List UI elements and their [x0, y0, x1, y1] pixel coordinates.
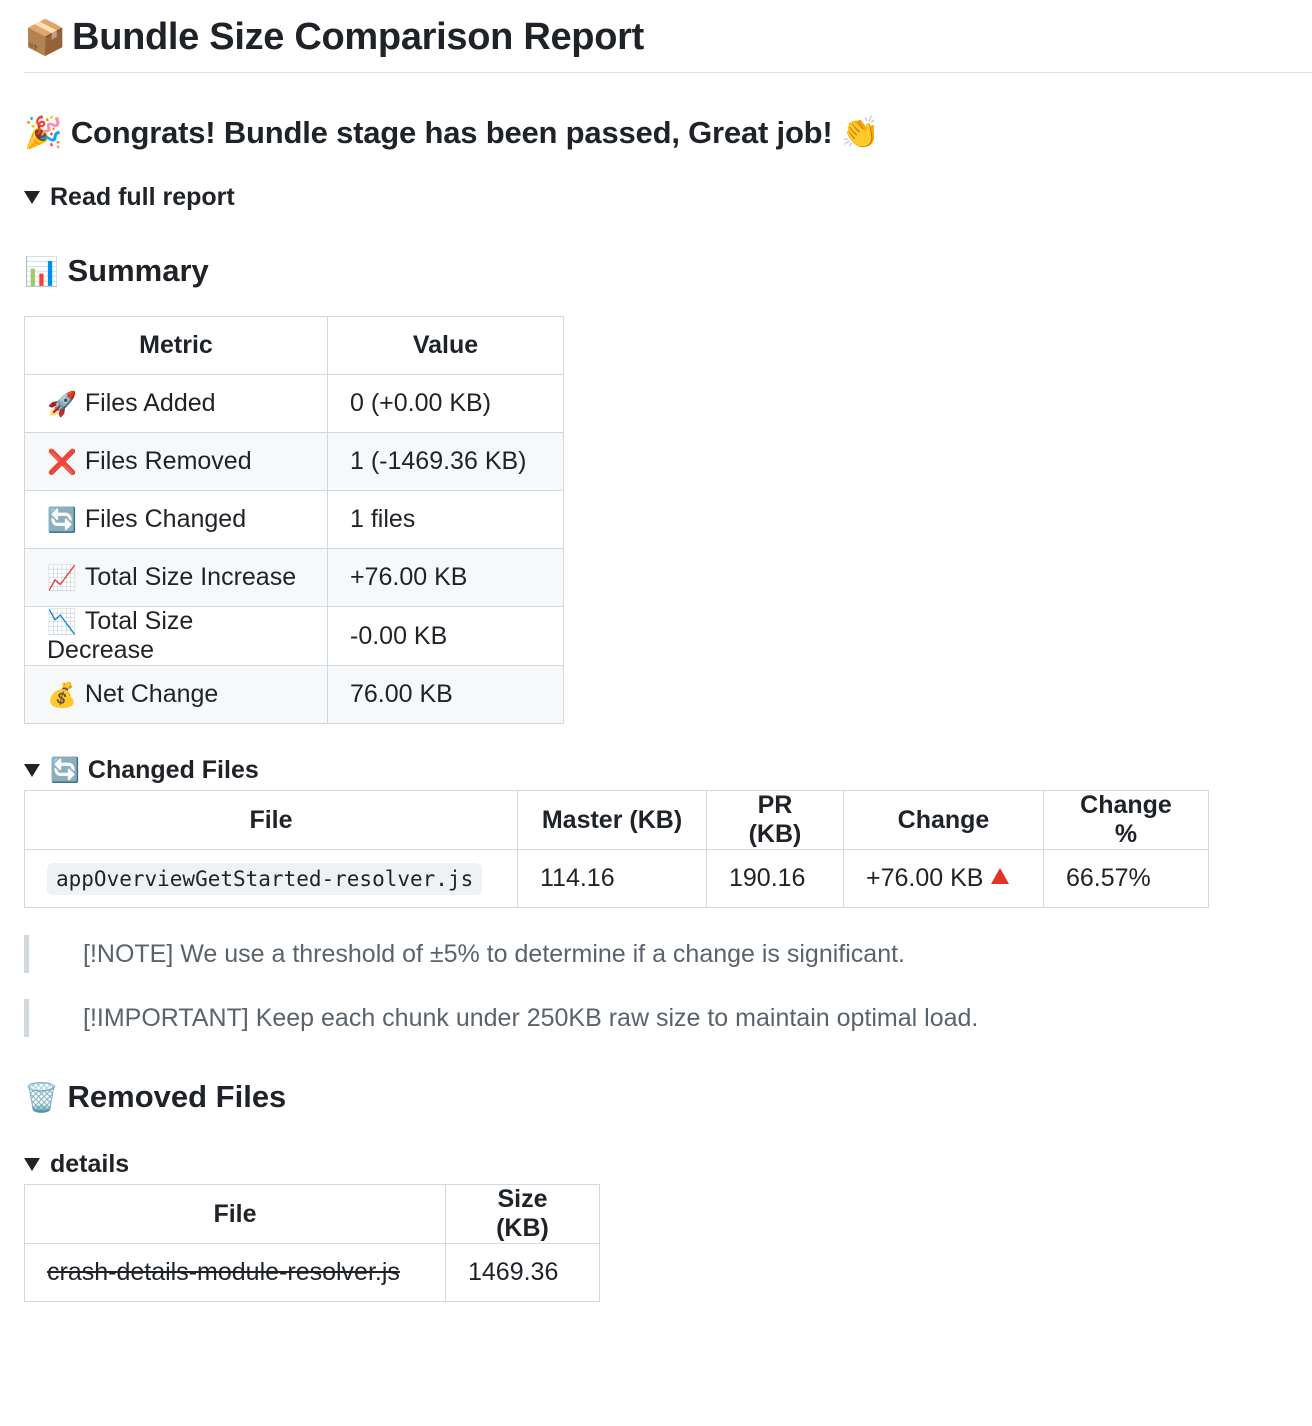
summary-table: Metric Value 🚀 Files Added 0 (+0.00 KB) ❌… [24, 316, 564, 724]
table-row: 💰 Net Change 76.00 KB [24, 665, 564, 724]
column-header-pr: PR (KB) [706, 790, 844, 850]
column-header-value: Value [327, 316, 564, 375]
value-cell: 76.00 KB [327, 665, 564, 724]
page-title-text: Bundle Size Comparison Report [72, 16, 644, 58]
disclosure-triangle-icon [24, 190, 40, 204]
summary-header-row: Metric Value [24, 316, 564, 375]
important-text: [!IMPORTANT] Keep each chunk under 250KB… [83, 1004, 979, 1032]
party-popper-icon: 🎉 [24, 115, 63, 151]
bar-chart-icon: 📊 [24, 255, 59, 288]
metric-cell: 📉 Total Size Decrease [24, 606, 328, 666]
changed-files-table: File Master (KB) PR (KB) Change Change %… [24, 790, 1209, 908]
refresh-icon: 🔄 [50, 756, 80, 784]
metric-cell: ❌ Files Removed [24, 432, 328, 491]
read-full-report-toggle[interactable]: Read full report [24, 181, 1312, 213]
package-icon: 📦 [24, 18, 67, 58]
removed-files-title: Removed Files [67, 1079, 287, 1114]
money-bag-icon: 💰 [47, 681, 77, 709]
value-cell: +76.00 KB [327, 548, 564, 607]
file-name-code: appOverviewGetStarted-resolver.js [47, 863, 483, 895]
refresh-icon: 🔄 [47, 506, 77, 534]
summary-title: Summary [67, 253, 209, 288]
chart-increasing-icon: 📈 [47, 564, 77, 592]
note-callout: [!NOTE] We use a threshold of ±5% to det… [24, 935, 1312, 973]
table-row: crash-details-module-resolver.js 1469.36 [24, 1243, 600, 1302]
change-pct-cell: 66.57% [1043, 849, 1209, 908]
metric-cell: 💰 Net Change [24, 665, 328, 724]
metric-label: Net Change [84, 680, 219, 708]
congrats-heading: 🎉 Congrats! Bundle stage has been passed… [24, 113, 1312, 153]
removed-files-header-row: File Size (KB) [24, 1184, 600, 1244]
change-value: +76.00 KB [866, 864, 984, 892]
chart-decreasing-icon: 📉 [47, 608, 77, 636]
removed-details-toggle[interactable]: details [24, 1148, 1312, 1180]
change-cell: +76.00 KB [843, 849, 1044, 908]
disclosure-triangle-icon [24, 763, 40, 777]
column-header-master: Master (KB) [517, 790, 707, 850]
master-cell: 114.16 [517, 849, 707, 908]
column-header-change: Change [843, 790, 1044, 850]
value-cell: 1 (-1469.36 KB) [327, 432, 564, 491]
column-header-change-pct: Change % [1043, 790, 1209, 850]
cross-mark-icon: ❌ [47, 448, 77, 476]
column-header-file: File [24, 790, 518, 850]
table-row: 🚀 Files Added 0 (+0.00 KB) [24, 374, 564, 433]
value-cell: 1 files [327, 490, 564, 549]
changed-files-header-row: File Master (KB) PR (KB) Change Change % [24, 790, 1209, 850]
metric-cell: 🚀 Files Added [24, 374, 328, 433]
metric-cell: 📈 Total Size Increase [24, 548, 328, 607]
table-row: 🔄 Files Changed 1 files [24, 490, 564, 549]
red-triangle-up-icon [991, 868, 1010, 884]
metric-label: Files Added [84, 389, 216, 417]
metric-label: Total Size Increase [84, 563, 297, 591]
removed-files-table: File Size (KB) crash-details-module-reso… [24, 1184, 600, 1302]
note-text: [!NOTE] We use a threshold of ±5% to det… [83, 940, 905, 968]
clapping-hands-icon: 👏 [840, 115, 880, 151]
value-cell: 0 (+0.00 KB) [327, 374, 564, 433]
summary-heading: 📊 Summary [24, 251, 1312, 292]
page-title: 📦 Bundle Size Comparison Report [24, 0, 1312, 73]
removed-file-cell: crash-details-module-resolver.js [24, 1243, 446, 1302]
column-header-size: Size (KB) [445, 1184, 600, 1244]
column-header-metric: Metric [24, 316, 328, 375]
table-row: ❌ Files Removed 1 (-1469.36 KB) [24, 432, 564, 491]
changed-files-toggle[interactable]: 🔄 Changed Files [24, 754, 1312, 786]
metric-label: Files Removed [84, 447, 252, 475]
removed-details-label: details [50, 1150, 130, 1178]
value-cell: -0.00 KB [327, 606, 564, 666]
wastebasket-icon: 🗑️ [24, 1081, 59, 1114]
removed-size-cell: 1469.36 [445, 1243, 600, 1302]
read-full-report-label: Read full report [50, 183, 235, 211]
important-callout: [!IMPORTANT] Keep each chunk under 250KB… [24, 999, 1312, 1037]
congrats-text: Congrats! Bundle stage has been passed, … [70, 115, 833, 150]
removed-files-heading: 🗑️ Removed Files [24, 1077, 1312, 1118]
metric-cell: 🔄 Files Changed [24, 490, 328, 549]
rocket-icon: 🚀 [47, 390, 77, 418]
report-page: 📦 Bundle Size Comparison Report 🎉 Congrat… [0, 0, 1312, 1302]
changed-files-label: Changed Files [87, 756, 259, 784]
metric-label: Files Changed [84, 505, 247, 533]
pr-cell: 190.16 [706, 849, 844, 908]
removed-file-name: crash-details-module-resolver.js [47, 1258, 400, 1286]
table-row: appOverviewGetStarted-resolver.js 114.16… [24, 849, 1209, 908]
column-header-file: File [24, 1184, 446, 1244]
disclosure-triangle-icon [24, 1157, 40, 1171]
file-cell: appOverviewGetStarted-resolver.js [24, 849, 518, 908]
table-row: 📉 Total Size Decrease -0.00 KB [24, 606, 564, 666]
table-row: 📈 Total Size Increase +76.00 KB [24, 548, 564, 607]
